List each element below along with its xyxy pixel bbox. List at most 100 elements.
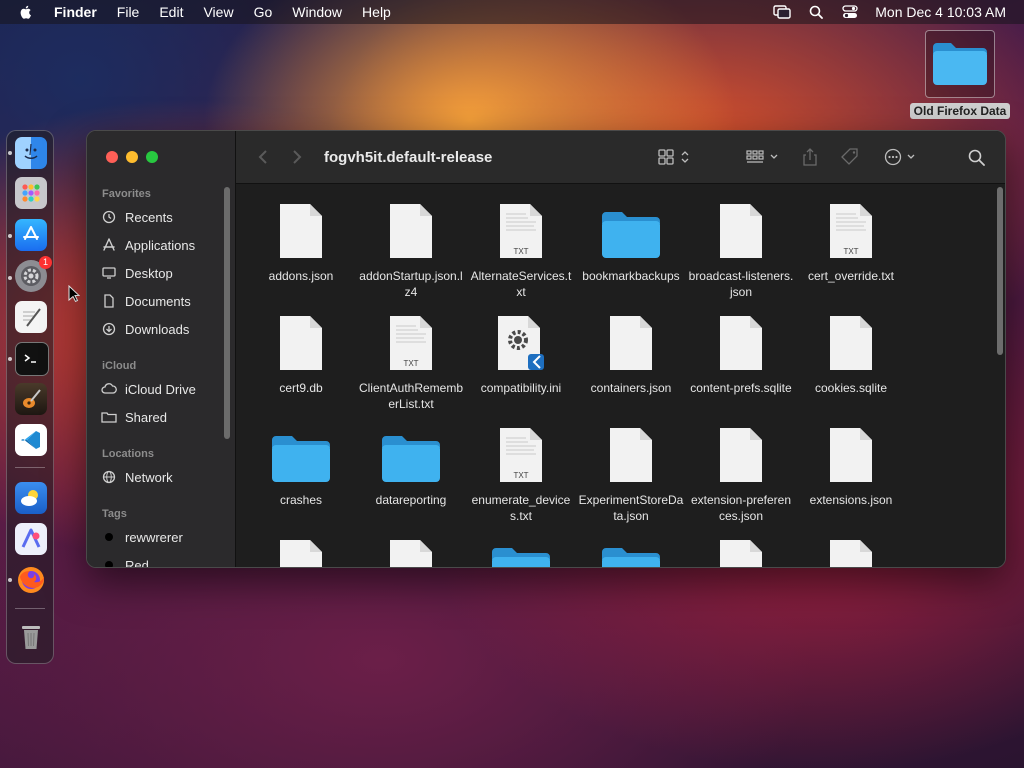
file-item[interactable]: ExperimentStoreData.json (576, 422, 686, 524)
sidebar-item-label: rewwrerer (125, 529, 183, 545)
menu-finder[interactable]: Finder (54, 0, 97, 24)
file-item[interactable] (796, 534, 906, 567)
document-file-icon (246, 534, 356, 567)
file-item[interactable] (246, 534, 356, 567)
file-item[interactable]: broadcast-listeners.json (686, 198, 796, 300)
dock-weather-icon[interactable] (15, 482, 47, 514)
sidebar-item-tag-rewwrerer[interactable]: rewwrerer (101, 526, 183, 548)
apple-menu-icon[interactable] (18, 4, 34, 20)
icon-view-toggle[interactable] (658, 147, 694, 167)
document-file-icon (246, 310, 356, 372)
dock-textedit-icon[interactable] (15, 301, 47, 333)
dock-app-store-icon[interactable] (15, 219, 47, 251)
dock-garageband-icon[interactable] (15, 383, 47, 415)
sidebar-item-tag-red[interactable]: Red (101, 554, 149, 567)
menu-clock[interactable]: Mon Dec 4 10:03 AM (875, 4, 1006, 20)
clock-icon (101, 209, 117, 225)
file-item[interactable]: cookies.sqlite (796, 310, 906, 396)
screen-mirroring-icon[interactable] (773, 4, 791, 20)
menu-help[interactable]: Help (362, 0, 391, 24)
menu-view[interactable]: View (203, 0, 233, 24)
tag-dot-icon (101, 529, 117, 545)
folder-item[interactable] (576, 534, 686, 567)
file-name: AlternateServices.txt (470, 269, 572, 299)
document-file-icon (686, 198, 796, 260)
sidebar-item-label: Network (125, 469, 173, 485)
sidebar-item-network[interactable]: Network (101, 466, 173, 488)
close-button[interactable] (106, 151, 118, 163)
sidebar-item-label: Recents (125, 209, 173, 225)
file-item[interactable]: TXT cert_override.txt (796, 198, 906, 284)
back-chevron-icon[interactable] (258, 147, 268, 167)
file-item[interactable] (356, 534, 466, 567)
document-file-icon (686, 422, 796, 484)
sidebar-item-desktop[interactable]: Desktop (101, 262, 173, 284)
spotlight-search-icon[interactable] (807, 4, 825, 20)
file-item[interactable]: compatibility.ini (466, 310, 576, 396)
document-file-icon (246, 198, 356, 260)
svg-text:TXT: TXT (843, 247, 858, 256)
svg-text:TXT: TXT (513, 471, 528, 480)
file-item[interactable]: extensions.json (796, 422, 906, 508)
dock-terminal-icon[interactable] (15, 342, 49, 376)
sidebar-item-applications[interactable]: Applications (101, 234, 195, 256)
desktop-folder-old-firefox-data[interactable]: Old Firefox Data (906, 30, 1014, 120)
dock-app-icon[interactable] (15, 523, 47, 555)
finder-window: Favorites Recents Applications Desktop D… (86, 130, 1006, 568)
document-file-icon (686, 534, 796, 567)
folder-item[interactable]: crashes (246, 422, 356, 508)
menu-go[interactable]: Go (254, 0, 273, 24)
dock-system-settings-icon[interactable]: 1 (15, 256, 52, 292)
text-file-icon: TXT (356, 310, 466, 372)
document-file-icon (356, 534, 466, 567)
file-item[interactable]: TXT ClientAuthRememberList.txt (356, 310, 466, 412)
folder-item[interactable]: datareporting (356, 422, 466, 508)
menu-window[interactable]: Window (292, 0, 342, 24)
sidebar-item-documents[interactable]: Documents (101, 290, 191, 312)
file-item[interactable]: TXT AlternateServices.txt (466, 198, 576, 300)
file-item[interactable]: addons.json (246, 198, 356, 284)
sidebar-item-shared[interactable]: Shared (101, 406, 167, 428)
folder-item[interactable]: bookmarkbackups (576, 198, 686, 284)
menu-edit[interactable]: Edit (159, 0, 183, 24)
document-file-icon (686, 310, 796, 372)
file-item[interactable] (686, 534, 796, 567)
sidebar-item-label: Downloads (125, 321, 190, 337)
content-scrollbar[interactable] (997, 187, 1003, 355)
file-name: containers.json (590, 381, 672, 395)
dock-firefox-icon[interactable] (15, 564, 47, 596)
forward-chevron-icon[interactable] (292, 147, 302, 167)
dock-finder-icon[interactable] (15, 137, 47, 169)
file-name: extension-preferences.json (690, 493, 792, 523)
dock-vscode-icon[interactable] (15, 424, 47, 456)
dock-running-indicator (8, 276, 12, 280)
sidebar-item-icloud-drive[interactable]: iCloud Drive (101, 378, 196, 400)
menu-file[interactable]: File (117, 0, 140, 24)
more-actions-icon[interactable] (884, 147, 918, 167)
control-center-icon[interactable] (841, 4, 859, 20)
file-item[interactable]: extension-preferences.json (686, 422, 796, 524)
group-by-icon[interactable] (746, 147, 782, 167)
dock-trash-icon[interactable] (15, 621, 47, 653)
share-icon[interactable] (802, 147, 818, 167)
file-item[interactable]: TXT enumerate_devices.txt (466, 422, 576, 524)
folder-icon (356, 422, 466, 484)
shared-folder-icon (101, 409, 117, 425)
zoom-button[interactable] (146, 151, 158, 163)
folder-icon (466, 534, 576, 567)
folder-item[interactable] (466, 534, 576, 567)
sidebar-item-recents[interactable]: Recents (101, 206, 173, 228)
file-item[interactable]: cert9.db (246, 310, 356, 396)
sidebar-item-label: iCloud Drive (125, 381, 196, 397)
search-icon[interactable] (968, 147, 985, 167)
sidebar-item-downloads[interactable]: Downloads (101, 318, 189, 340)
sidebar-scrollbar[interactable] (224, 187, 230, 439)
minimize-button[interactable] (126, 151, 138, 163)
document-icon (101, 293, 117, 309)
sidebar-item-label: Desktop (125, 265, 173, 281)
dock-launchpad-icon[interactable] (15, 177, 47, 209)
tag-icon[interactable] (840, 147, 860, 167)
file-item[interactable]: content-prefs.sqlite (686, 310, 796, 396)
file-item[interactable]: addonStartup.json.lz4 (356, 198, 466, 300)
file-item[interactable]: containers.json (576, 310, 686, 396)
